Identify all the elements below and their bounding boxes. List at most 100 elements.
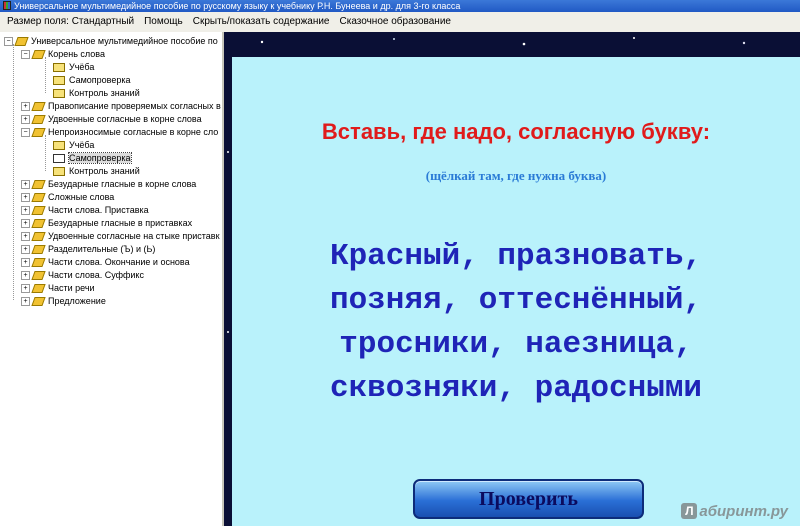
folder-icon	[31, 102, 46, 112]
menu-help[interactable]: Помощь	[139, 12, 188, 32]
folder-icon	[31, 297, 46, 307]
expand-icon[interactable]: +	[21, 193, 30, 203]
book-icon	[53, 141, 65, 151]
folder-icon	[31, 128, 46, 138]
open-book-icon	[53, 154, 65, 164]
exercise-heading: Вставь, где надо, согласную букву:	[321, 119, 711, 144]
word-line[interactable]: сквозняки, радосными	[232, 367, 800, 411]
tree-item-double-consonants-junction[interactable]: + Удвоенные согласные на стыке приставк	[21, 230, 220, 243]
window-title: Универсальное мультимедийное пособие по …	[14, 1, 461, 11]
folder-icon	[31, 258, 46, 268]
word-list[interactable]: Красный, празновать, позняя, оттеснённый…	[232, 235, 800, 411]
tree-item-unstressed-vowels-root[interactable]: + Безударные гласные в корне слова	[21, 178, 196, 191]
folder-icon	[31, 180, 46, 190]
collapse-icon[interactable]: −	[21, 50, 30, 60]
tree-item-knowledge-test[interactable]: Контроль знаний	[53, 87, 140, 100]
expand-icon[interactable]: +	[21, 271, 30, 281]
tree-item-label: Удвоенные согласные на стыке приставк	[48, 231, 220, 241]
tree-item-label: Разделительные (Ъ) и (Ь)	[48, 244, 156, 254]
tree-item-label: Удвоенные согласные в корне слова	[48, 114, 202, 124]
tree-item-unstressed-vowels-prefix[interactable]: + Безударные гласные в приставках	[21, 217, 192, 230]
labirint-watermark: Лабиринт.ру	[681, 503, 788, 520]
tree-item-self-check-selected[interactable]: Самопроверка	[53, 152, 132, 165]
tree-item-compound-words[interactable]: + Сложные слова	[21, 191, 114, 204]
menu-toggle-contents[interactable]: Скрыть/показать содержание	[188, 12, 335, 32]
tree-item-label: Части слова. Окончание и основа	[48, 257, 190, 267]
tree-line	[13, 44, 14, 300]
tree-item-suffix[interactable]: + Части слова. Суффикс	[21, 269, 144, 282]
menu-fairy-education[interactable]: Сказочное образование	[335, 12, 456, 32]
collapse-icon[interactable]: −	[4, 37, 13, 47]
expand-icon[interactable]: +	[21, 115, 30, 125]
tree-item-label: Корень слова	[48, 49, 105, 59]
tree-item-parts-of-speech[interactable]: + Части речи	[21, 282, 95, 295]
watermark-text: абиринт.ру	[699, 503, 788, 520]
tree-item-label: Контроль знаний	[69, 88, 140, 98]
tree-item-self-check[interactable]: Самопроверка	[53, 74, 131, 87]
tree-line	[45, 135, 46, 171]
tree-item-double-consonants[interactable]: + Удвоенные согласные в корне слова	[21, 113, 202, 126]
word-line[interactable]: тросники, наезница,	[232, 323, 800, 367]
expand-icon[interactable]: +	[21, 297, 30, 307]
tree-item-label: Части слова. Приставка	[48, 205, 149, 215]
tree-item-label: Части речи	[48, 283, 95, 293]
tree-item-label: Непроизносимые согласные в корне сло	[48, 127, 219, 137]
expand-icon[interactable]: +	[21, 219, 30, 229]
word-line[interactable]: Красный, празновать,	[232, 235, 800, 279]
tree-item-sentence[interactable]: + Предложение	[21, 295, 106, 308]
tree-item-study[interactable]: Учёба	[53, 139, 94, 152]
expand-icon[interactable]: +	[21, 232, 30, 242]
tree-item-separating-signs[interactable]: + Разделительные (Ъ) и (Ь)	[21, 243, 155, 256]
book-icon	[53, 63, 65, 73]
tree-item-label: Безударные гласные в приставках	[48, 218, 193, 228]
folder-icon	[14, 37, 29, 47]
tree-item-checked-consonants[interactable]: + Правописание проверяемых согласных в	[21, 100, 221, 113]
tree-root[interactable]: − Универсальное мультимедийное пособие по	[4, 35, 218, 48]
tree-item-label: Правописание проверяемых согласных в	[48, 101, 221, 111]
tree-item-label: Самопроверка	[68, 152, 132, 164]
menu-field-size[interactable]: Размер поля: Стандартный	[0, 12, 139, 32]
tree-item-label: Самопроверка	[69, 75, 131, 85]
book-icon	[53, 167, 65, 177]
expand-icon[interactable]: +	[21, 284, 30, 294]
folder-icon	[31, 50, 46, 60]
tree-item-silent-consonants[interactable]: − Непроизносимые согласные в корне сло	[21, 126, 218, 139]
book-icon	[53, 76, 65, 86]
check-button[interactable]: Проверить	[413, 479, 644, 519]
folder-icon	[31, 245, 46, 255]
tree-item-ending-and-stem[interactable]: + Части слова. Окончание и основа	[21, 256, 190, 269]
app-icon	[3, 1, 11, 10]
folder-icon	[31, 271, 46, 281]
folder-icon	[31, 115, 46, 125]
tree-item-root-of-word[interactable]: − Корень слова	[21, 48, 105, 61]
folder-icon	[31, 219, 46, 229]
tree-item-label: Безударные гласные в корне слова	[48, 179, 197, 189]
window-titlebar[interactable]: Универсальное мультимедийное пособие по …	[0, 0, 800, 12]
folder-icon	[31, 284, 46, 294]
exercise-hint: (щёлкай там, где нужна буква)	[425, 168, 607, 183]
expand-icon[interactable]: +	[21, 206, 30, 216]
tree-item-knowledge-test[interactable]: Контроль знаний	[53, 165, 140, 178]
expand-icon[interactable]: +	[21, 180, 30, 190]
labirint-logo: Л	[681, 503, 698, 519]
folder-icon	[31, 232, 46, 242]
tree-item-label: Учёба	[69, 140, 95, 150]
contents-tree[interactable]: − Универсальное мультимедийное пособие по…	[0, 32, 224, 526]
tree-item-prefix[interactable]: + Части слова. Приставка	[21, 204, 149, 217]
tree-item-label: Сложные слова	[48, 192, 115, 202]
menu-bar: Размер поля: Стандартный Помощь Скрыть/пок…	[0, 12, 800, 33]
exercise-panel: Вставь, где надо, согласную букву: (щёлк…	[232, 57, 800, 526]
collapse-icon[interactable]: −	[21, 128, 30, 138]
book-icon	[53, 89, 65, 99]
tree-item-study[interactable]: Учёба	[53, 61, 94, 74]
expand-icon[interactable]: +	[21, 258, 30, 268]
tree-item-label: Предложение	[48, 296, 106, 306]
expand-icon[interactable]: +	[21, 245, 30, 255]
tree-item-label: Контроль знаний	[69, 166, 140, 176]
word-line[interactable]: позняя, оттеснённый,	[232, 279, 800, 323]
tree-item-label: Части слова. Суффикс	[48, 270, 144, 280]
folder-icon	[31, 206, 46, 216]
tree-line	[45, 57, 46, 93]
expand-icon[interactable]: +	[21, 102, 30, 112]
exercise-area: Вставь, где надо, согласную букву: (щёлк…	[224, 32, 800, 526]
